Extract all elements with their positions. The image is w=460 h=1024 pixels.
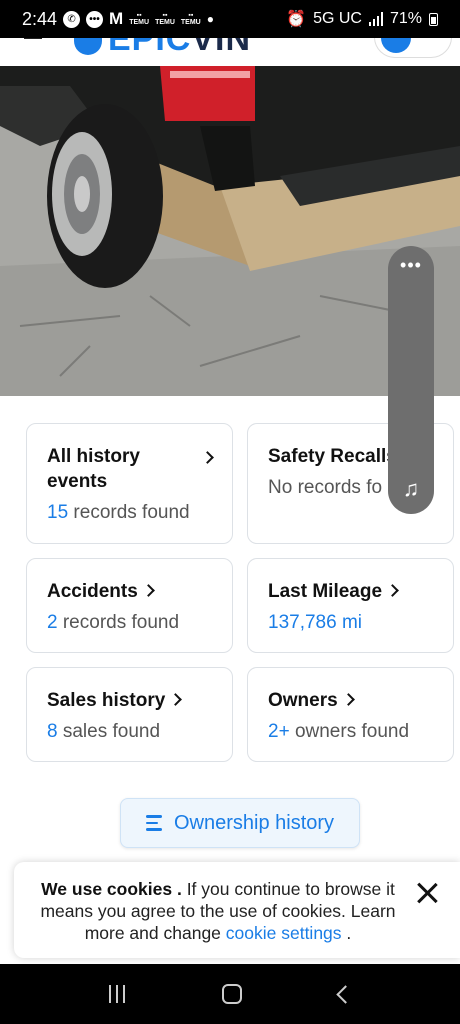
temu-icon: ▪▪ TEMU	[180, 12, 201, 26]
back-icon[interactable]	[335, 984, 355, 1004]
whatsapp-icon: ✆	[63, 10, 81, 28]
chevron-right-icon	[341, 693, 355, 706]
card-title-all-history: All history events	[47, 446, 140, 492]
accidents-count: 2	[47, 612, 58, 633]
more-options-icon[interactable]: •••	[388, 256, 434, 274]
status-left: 2:44 ✆ ••• M ▪▪ TEMU ▪▪ TEMU ▪▪ TEMU ●	[22, 9, 214, 30]
sales-count: 8	[47, 721, 58, 742]
alarm-icon: ⏰	[286, 11, 307, 28]
network-label: 5G UC	[313, 10, 362, 27]
ownership-history-button[interactable]: Ownership history	[120, 798, 360, 848]
android-nav-bar	[0, 964, 460, 1024]
battery-label: 71%	[389, 10, 422, 27]
logo-shield-icon	[74, 38, 102, 55]
last-mileage-value: 137,786 mi	[268, 612, 363, 633]
all-history-sub: records found	[73, 502, 190, 523]
account-button[interactable]	[374, 38, 452, 58]
accidents-sub: records found	[62, 612, 180, 633]
cookie-end: .	[341, 923, 352, 943]
status-time: 2:44	[22, 8, 58, 29]
card-last-mileage[interactable]: Last Mileage 137,786 mi	[247, 558, 454, 653]
sales-sub: sales found	[62, 721, 161, 742]
chat-icon: •••	[86, 10, 104, 28]
status-bar: 2:44 ✆ ••• M ▪▪ TEMU ▪▪ TEMU ▪▪ TEMU ● ⏰ 5G…	[0, 0, 460, 38]
home-icon[interactable]	[221, 984, 242, 1004]
chevron-right-icon	[141, 584, 155, 597]
close-icon[interactable]	[416, 882, 438, 904]
card-all-history[interactable]: All history events 15 records found	[26, 423, 233, 544]
cookie-text: We use cookies . If you continue to brow…	[40, 879, 395, 943]
temu-icon: ▪▪ TEMU	[155, 12, 175, 26]
status-right: ⏰ 5G UC 71%	[286, 9, 438, 29]
avatar	[381, 38, 411, 53]
more-notifications-dot: ●	[206, 12, 214, 26]
all-history-count: 15	[47, 502, 69, 523]
temu-icon: ▪▪ TEMU	[129, 12, 150, 26]
gmail-icon: M	[109, 9, 124, 28]
battery-icon	[429, 12, 438, 26]
card-title-accidents: Accidents	[47, 581, 138, 602]
card-accidents[interactable]: Accidents 2 records found	[26, 558, 233, 653]
chevron-right-icon	[386, 584, 399, 597]
recent-apps-icon[interactable]	[108, 985, 125, 1003]
list-icon	[145, 815, 162, 831]
music-note-icon[interactable]: ♫	[388, 476, 434, 502]
logo[interactable]: EPICVIN	[74, 38, 251, 59]
card-title-sales-history: Sales history	[47, 690, 166, 711]
chevron-right-icon	[169, 693, 183, 706]
cookie-heading: We use cookies .	[41, 879, 182, 899]
card-title-owners: Owners	[268, 690, 338, 711]
owners-count: 2+	[268, 721, 290, 742]
ownership-history-label: Ownership history	[173, 811, 335, 834]
card-sales-history[interactable]: Sales history 8 sales found	[26, 667, 233, 762]
menu-icon[interactable]	[24, 38, 42, 39]
signal-icon	[368, 12, 383, 26]
card-owners[interactable]: Owners 2+ owners found	[247, 667, 454, 762]
card-title-last-mileage: Last Mileage	[268, 581, 383, 602]
logo-text-vin: VIN	[191, 38, 252, 58]
floating-media-widget[interactable]: ••• ♫	[388, 246, 434, 514]
logo-text-epic: EPIC	[108, 38, 192, 58]
owners-sub: owners found	[294, 721, 410, 742]
cookie-settings-link[interactable]: cookie settings	[226, 923, 342, 943]
cookie-banner: We use cookies . If you continue to brow…	[14, 862, 460, 958]
chevron-right-icon	[201, 451, 214, 464]
app-header: EPICVIN	[0, 38, 460, 66]
